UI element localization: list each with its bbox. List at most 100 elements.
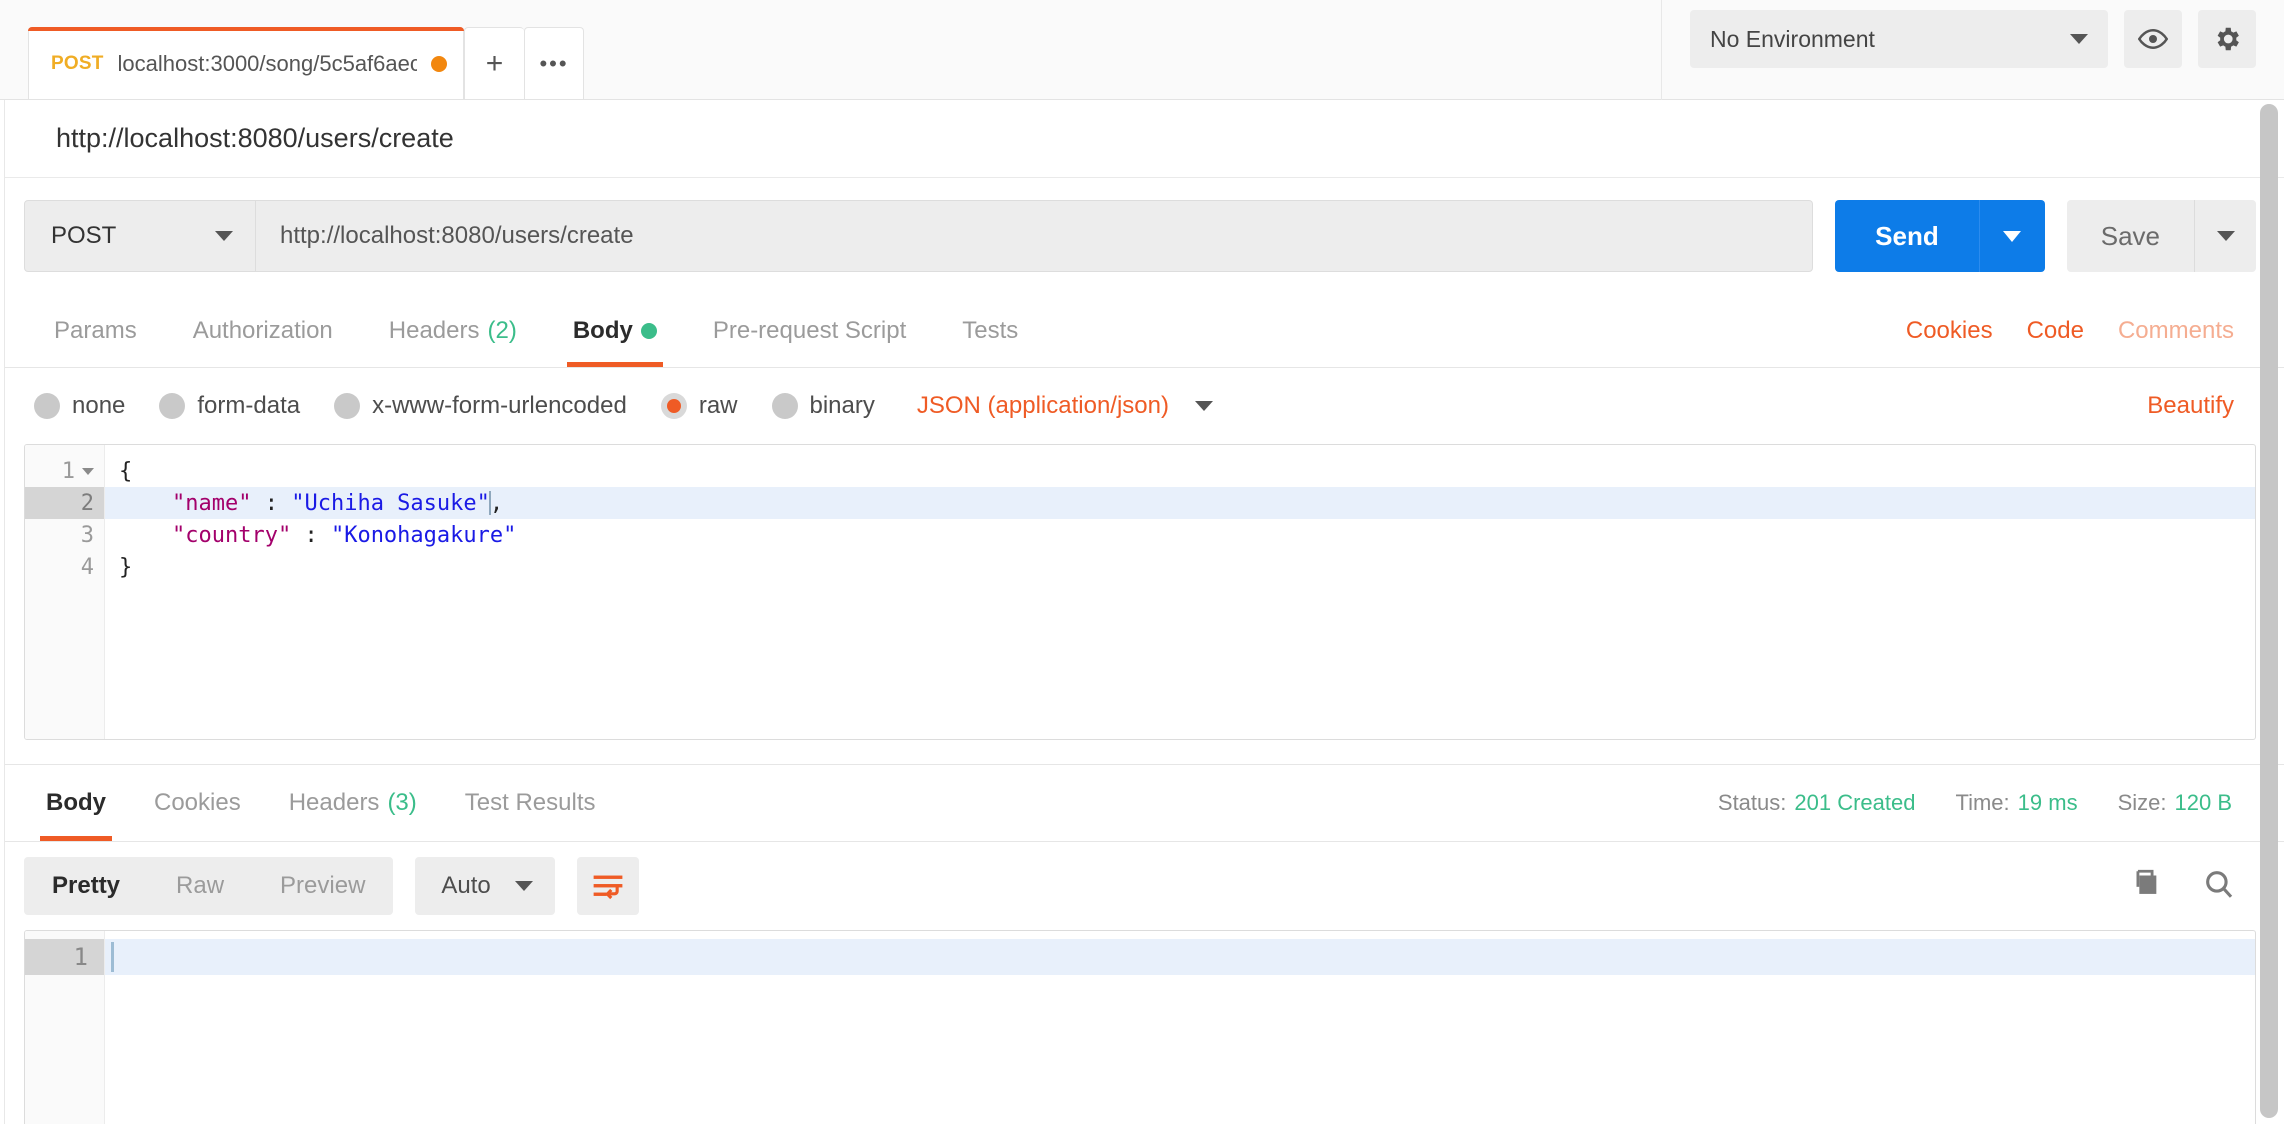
code-line-3-key: "country" bbox=[172, 523, 291, 548]
gutter-line-3-number: 3 bbox=[81, 523, 94, 548]
main-scrollbar[interactable] bbox=[2260, 104, 2278, 1118]
gutter-line-4[interactable]: 4 bbox=[25, 551, 104, 583]
view-mode-preview[interactable]: Preview bbox=[252, 857, 393, 915]
copy-response-button[interactable] bbox=[2128, 867, 2162, 906]
response-toolbar-right bbox=[2128, 867, 2256, 906]
body-present-dot-icon bbox=[641, 323, 657, 339]
body-type-binary[interactable]: binary bbox=[772, 392, 875, 420]
request-tab-active[interactable]: POST localhost:3000/song/5c5af6aec bbox=[28, 27, 464, 99]
scrollbar-thumb[interactable] bbox=[2260, 104, 2278, 1118]
beautify-area: Beautify bbox=[2147, 392, 2256, 420]
editor-code-area[interactable]: { "name" : "Uchiha Sasuke", "country" : … bbox=[105, 445, 2255, 739]
response-code-area[interactable] bbox=[105, 931, 2255, 1124]
code-line-2-key: "name" bbox=[172, 491, 251, 516]
response-tab-cookies[interactable]: Cookies bbox=[130, 765, 265, 841]
gutter-line-1[interactable]: 1 bbox=[25, 455, 104, 487]
request-tab-strip: POST localhost:3000/song/5c5af6aec + ••• bbox=[0, 0, 1661, 99]
cookies-link[interactable]: Cookies bbox=[1906, 317, 1993, 345]
status-label: Status: bbox=[1718, 790, 1786, 815]
radio-selected-icon bbox=[661, 393, 687, 419]
copy-icon bbox=[2128, 867, 2162, 901]
gutter-line-2-number: 2 bbox=[81, 491, 94, 516]
response-tab-test-results[interactable]: Test Results bbox=[441, 765, 620, 841]
tab-tests[interactable]: Tests bbox=[934, 294, 1046, 367]
response-gutter-line-1[interactable]: 1 bbox=[25, 939, 104, 975]
save-button[interactable]: Save bbox=[2067, 200, 2194, 272]
body-type-none[interactable]: none bbox=[34, 392, 125, 420]
tab-pre-request-script[interactable]: Pre-request Script bbox=[685, 294, 934, 367]
response-tabs-left: Body Cookies Headers (3) Test Results bbox=[22, 765, 620, 841]
response-format-selector[interactable]: Auto bbox=[415, 857, 554, 915]
view-mode-pretty[interactable]: Pretty bbox=[24, 857, 148, 915]
url-bar-row: POST Send Save bbox=[0, 178, 2284, 294]
response-tab-headers-label: Headers bbox=[289, 789, 380, 817]
body-type-raw-label: raw bbox=[699, 392, 738, 420]
request-title: http://localhost:8080/users/create bbox=[0, 100, 2284, 178]
size-label: Size: bbox=[2118, 790, 2167, 815]
comments-link[interactable]: Comments bbox=[2118, 317, 2234, 345]
time-value: 19 ms bbox=[2018, 790, 2078, 815]
response-format-label: Auto bbox=[441, 872, 490, 900]
http-method-selector[interactable]: POST bbox=[24, 200, 256, 272]
response-tab-body[interactable]: Body bbox=[22, 765, 130, 841]
http-method-label: POST bbox=[51, 222, 116, 250]
chevron-down-icon bbox=[1195, 401, 1213, 411]
code-link[interactable]: Code bbox=[2027, 317, 2084, 345]
unsaved-indicator-icon bbox=[431, 56, 447, 72]
body-type-row: none form-data x-www-form-urlencoded raw… bbox=[0, 368, 2284, 444]
tab-params[interactable]: Params bbox=[26, 294, 165, 367]
request-tab-name: localhost:3000/song/5c5af6aec bbox=[118, 51, 417, 77]
request-tabs-right: Cookies Code Comments bbox=[1906, 294, 2256, 367]
tab-headers-label: Headers bbox=[389, 317, 480, 345]
response-tab-cookies-label: Cookies bbox=[154, 789, 241, 817]
radio-icon bbox=[34, 393, 60, 419]
chevron-down-icon bbox=[215, 231, 233, 241]
code-line-2-colon: : bbox=[251, 491, 291, 516]
send-options-button[interactable] bbox=[1979, 200, 2045, 272]
fold-arrow-icon[interactable] bbox=[82, 468, 94, 475]
tab-body-label: Body bbox=[573, 317, 633, 345]
time-badge: Time:19 ms bbox=[1955, 790, 2077, 816]
more-tabs-button[interactable]: ••• bbox=[524, 27, 584, 99]
code-line-1: { bbox=[105, 455, 2255, 487]
body-type-urlencoded[interactable]: x-www-form-urlencoded bbox=[334, 392, 627, 420]
response-toolbar: Pretty Raw Preview Auto bbox=[0, 842, 2284, 930]
request-body-editor[interactable]: 1 2 3 4 { "name" : "Uchiha Sasuke", "cou… bbox=[24, 444, 2256, 740]
save-options-button[interactable] bbox=[2194, 200, 2256, 272]
chevron-down-icon bbox=[2003, 231, 2021, 242]
environment-selector[interactable]: No Environment bbox=[1690, 10, 2108, 68]
response-gutter-line-1-number: 1 bbox=[74, 943, 88, 971]
code-indent bbox=[119, 491, 172, 516]
body-type-form-data[interactable]: form-data bbox=[159, 392, 300, 420]
chevron-down-icon bbox=[515, 881, 533, 891]
response-tab-headers[interactable]: Headers (3) bbox=[265, 765, 441, 841]
search-response-button[interactable] bbox=[2202, 867, 2236, 906]
body-type-options: none form-data x-www-form-urlencoded raw… bbox=[34, 392, 1213, 420]
request-tab-method: POST bbox=[51, 53, 104, 75]
environment-area: No Environment bbox=[1661, 0, 2284, 100]
beautify-link[interactable]: Beautify bbox=[2147, 392, 2234, 419]
status-badge: Status:201 Created bbox=[1718, 790, 1916, 816]
radio-icon bbox=[772, 393, 798, 419]
tab-headers[interactable]: Headers (2) bbox=[361, 294, 545, 367]
gutter-line-2[interactable]: 2 bbox=[25, 487, 104, 519]
response-tab-headers-count: (3) bbox=[387, 789, 416, 817]
word-wrap-button[interactable] bbox=[577, 857, 639, 915]
content-type-selector[interactable]: JSON (application/json) bbox=[917, 392, 1213, 420]
body-type-urlencoded-label: x-www-form-urlencoded bbox=[372, 392, 627, 420]
top-tab-bar: POST localhost:3000/song/5c5af6aec + •••… bbox=[0, 0, 2284, 100]
gutter-line-3[interactable]: 3 bbox=[25, 519, 104, 551]
view-mode-raw[interactable]: Raw bbox=[148, 857, 252, 915]
tab-body[interactable]: Body bbox=[545, 294, 685, 367]
new-tab-button[interactable]: + bbox=[464, 27, 524, 99]
size-value: 120 B bbox=[2175, 790, 2233, 815]
request-url-input[interactable] bbox=[256, 200, 1813, 272]
tab-authorization[interactable]: Authorization bbox=[165, 294, 361, 367]
body-type-raw[interactable]: raw bbox=[661, 392, 738, 420]
environment-quick-look-button[interactable] bbox=[2124, 10, 2182, 68]
response-body-viewer[interactable]: 1 bbox=[24, 930, 2256, 1124]
response-tab-test-results-label: Test Results bbox=[465, 789, 596, 817]
settings-button[interactable] bbox=[2198, 10, 2256, 68]
send-button[interactable]: Send bbox=[1835, 200, 1979, 272]
code-line-1-text: { bbox=[119, 459, 132, 484]
